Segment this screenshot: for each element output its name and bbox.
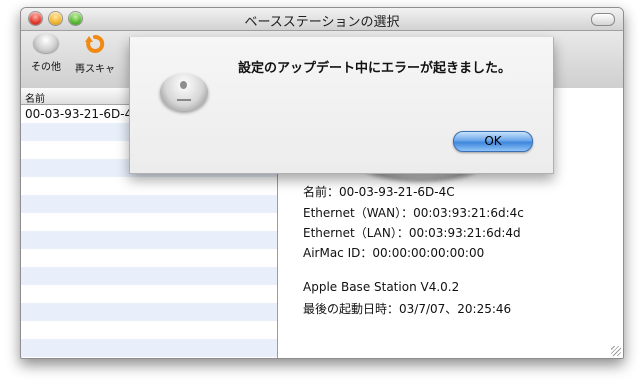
apple-logo-icon (180, 81, 187, 89)
rescan-button[interactable]: 再スキャ (71, 33, 119, 75)
title-bar[interactable]: ベースステーションの選択 (21, 8, 623, 31)
other-button-label: その他 (31, 62, 61, 73)
empty-row (21, 177, 277, 195)
rescan-button-label: 再スキャ (75, 64, 115, 75)
detail-last-boot: 最後の起動日時：03/7/07、20:25:46 (303, 302, 512, 316)
row-name: 00-03-93-21-6D-4C (25, 107, 141, 121)
base-station-window: ベースステーションの選択 その他 再スキャ 名前 00-03-93-21-6D-… (20, 7, 624, 359)
toolbar-toggle-button[interactable] (591, 13, 615, 26)
empty-row (21, 195, 277, 213)
column-header-name[interactable]: 名前 (25, 90, 45, 105)
empty-row (21, 303, 277, 321)
empty-row (21, 321, 277, 339)
empty-row (21, 339, 277, 357)
other-button[interactable]: その他 (27, 33, 65, 73)
rescan-icon (84, 33, 106, 55)
empty-row (21, 231, 277, 249)
detail-airmac-id: AirMac ID：00:00:00:00:00:00 (303, 246, 485, 260)
base-station-icon (160, 73, 208, 111)
empty-row (21, 249, 277, 267)
detail-ethernet-lan: Ethernet（LAN）：00:03:93:21:6d:4d (303, 226, 521, 240)
empty-row (21, 285, 277, 303)
ok-button[interactable]: OK (453, 131, 533, 152)
resize-grip[interactable] (611, 346, 621, 356)
empty-row (21, 213, 277, 231)
error-alert-sheet: 設定のアップデート中にエラーが起きました。 OK (129, 37, 554, 174)
base-station-icon (33, 33, 59, 53)
detail-name: 名前：00-03-93-21-6D-4C (303, 185, 455, 199)
detail-model: Apple Base Station V4.0.2 (303, 280, 460, 294)
detail-ethernet-wan: Ethernet（WAN）：00:03:93:21:6d:4c (303, 206, 524, 220)
alert-message: 設定のアップデート中にエラーが起きました。 (238, 61, 512, 76)
window-title: ベースステーションの選択 (244, 15, 400, 30)
empty-row (21, 267, 277, 285)
status-light-icon (177, 99, 191, 101)
